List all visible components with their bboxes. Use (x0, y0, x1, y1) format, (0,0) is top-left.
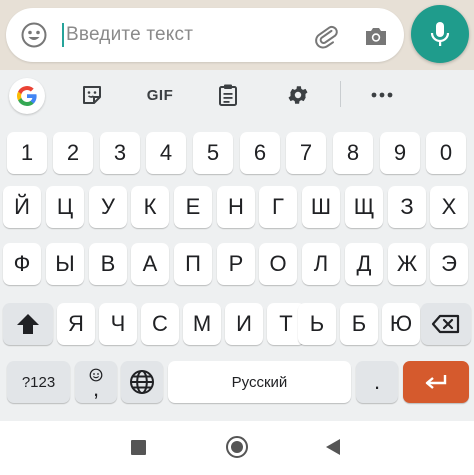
home-icon[interactable] (226, 436, 248, 458)
key-8[interactable]: 8 (333, 132, 373, 174)
settings-button[interactable] (282, 80, 314, 110)
key-letter[interactable]: Ш (302, 186, 340, 228)
key-letter[interactable]: Н (217, 186, 255, 228)
key-letter[interactable]: Ж (388, 243, 426, 285)
key-letter[interactable]: П (174, 243, 212, 285)
shift-icon (17, 314, 39, 334)
key-letter[interactable]: К (131, 186, 169, 228)
space-key[interactable]: Русский (168, 361, 351, 403)
voice-record-button[interactable] (411, 5, 469, 63)
message-placeholder: Введите текст (66, 24, 194, 45)
key-letter[interactable]: Е (174, 186, 212, 228)
comma-label: , (92, 376, 100, 401)
key-5[interactable]: 5 (193, 132, 233, 174)
emoji-icon[interactable] (20, 21, 48, 49)
key-3[interactable]: 3 (100, 132, 140, 174)
sticker-button[interactable] (76, 80, 108, 110)
key-letter[interactable]: Ф (3, 243, 41, 285)
key-letter[interactable]: З (388, 186, 426, 228)
key-4[interactable]: 4 (146, 132, 186, 174)
enter-icon (425, 375, 447, 389)
key-letter[interactable]: Д (345, 243, 383, 285)
key-letter[interactable]: С (141, 303, 179, 345)
recents-icon[interactable] (131, 440, 146, 455)
key-letter[interactable]: Ц (46, 186, 84, 228)
key-letter[interactable]: Г (259, 186, 297, 228)
key-letter[interactable]: А (131, 243, 169, 285)
more-icon (371, 92, 393, 98)
mic-icon (430, 22, 450, 46)
key-letter[interactable]: Ы (46, 243, 84, 285)
key-0[interactable]: 0 (426, 132, 466, 174)
key-letter[interactable]: В (89, 243, 127, 285)
symbols-key[interactable]: ?123 (7, 361, 70, 403)
toolbar-divider (340, 81, 341, 107)
more-options-button[interactable] (366, 80, 398, 110)
key-letter[interactable]: Ч (99, 303, 137, 345)
shift-key[interactable] (3, 303, 53, 345)
key-letter[interactable]: Ю (382, 303, 420, 345)
globe-icon (130, 370, 154, 394)
keyboard: GIF 1 2 3 4 5 6 7 8 9 0 Й Ц У К Е Н Г Ш … (0, 70, 474, 421)
camera-icon[interactable] (362, 22, 390, 50)
key-letter[interactable]: Л (302, 243, 340, 285)
comma-key[interactable]: , (75, 361, 117, 403)
period-key[interactable]: . (356, 361, 398, 403)
key-letter[interactable]: Р (217, 243, 255, 285)
key-2[interactable]: 2 (53, 132, 93, 174)
gif-button[interactable]: GIF (141, 80, 179, 110)
text-cursor (62, 23, 64, 47)
key-7[interactable]: 7 (286, 132, 326, 174)
clipboard-icon (219, 84, 237, 106)
key-letter[interactable]: Я (57, 303, 95, 345)
key-letter[interactable]: Х (430, 186, 468, 228)
key-1[interactable]: 1 (7, 132, 47, 174)
key-letter[interactable]: М (183, 303, 221, 345)
clipboard-button[interactable] (212, 80, 244, 110)
attach-icon[interactable] (312, 22, 340, 50)
message-compose-bar: Введите текст (0, 0, 474, 70)
key-letter[interactable]: И (225, 303, 263, 345)
key-letter[interactable]: Ь (298, 303, 336, 345)
google-search-button[interactable] (9, 78, 45, 114)
system-nav-bar (0, 421, 474, 475)
google-icon (17, 86, 37, 106)
key-letter[interactable]: У (89, 186, 127, 228)
key-6[interactable]: 6 (240, 132, 280, 174)
sticker-icon (83, 86, 101, 104)
settings-icon (288, 86, 308, 104)
enter-key[interactable] (403, 361, 469, 403)
key-letter[interactable]: Й (3, 186, 41, 228)
gif-label: GIF (146, 86, 174, 104)
keyboard-toolbar: GIF (0, 70, 474, 120)
message-input-field[interactable]: Введите текст (6, 8, 404, 62)
language-switch-key[interactable] (121, 361, 163, 403)
key-letter[interactable]: Б (340, 303, 378, 345)
back-icon[interactable] (325, 438, 341, 456)
key-letter[interactable]: Щ (345, 186, 383, 228)
backspace-key[interactable] (421, 303, 471, 345)
key-9[interactable]: 9 (380, 132, 420, 174)
key-letter[interactable]: Э (430, 243, 468, 285)
backspace-icon (431, 314, 460, 334)
key-letter[interactable]: О (259, 243, 297, 285)
